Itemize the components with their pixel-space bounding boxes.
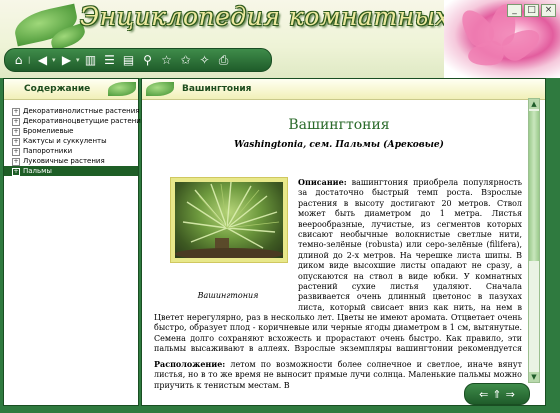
prev-page-icon[interactable]: ⇐	[479, 388, 488, 401]
palm-image	[175, 182, 283, 258]
tree-item[interactable]: + Папоротники	[4, 146, 138, 156]
toolbar: ⌂ | ◀ ▾ ▶ ▾ ▥ ☰ ▤ ⚲ ☆ ✩ ✧ ⎙	[4, 48, 272, 72]
list-icon[interactable]: ☰	[100, 52, 119, 69]
title-banner: Энциклопедия комнатных растений _ □ × ⌂ …	[0, 0, 560, 78]
close-button[interactable]: ×	[541, 4, 556, 17]
vertical-scrollbar[interactable]: ▲ ▼	[528, 98, 540, 383]
up-icon[interactable]: ⇑	[492, 388, 501, 401]
sidebar-title: Содержание	[24, 84, 91, 94]
maximize-button[interactable]: □	[524, 4, 539, 17]
expand-icon[interactable]: +	[12, 118, 20, 126]
minimize-button[interactable]: _	[507, 4, 522, 17]
description-continuation: Цветет нерегулярно, раз в несколько лет.…	[154, 313, 522, 357]
favorite-icon[interactable]: ☆	[157, 52, 176, 69]
photo-caption: Вашингтония	[197, 291, 259, 300]
article-content: Вашингтония Washingtonia, сем. Пальмы (А…	[150, 101, 528, 401]
page-navigation: ⇐ ⇑ ⇒	[464, 383, 530, 405]
contents-tree: + Декоративнолистные растения + Декоративн…	[4, 100, 145, 176]
scroll-down-icon[interactable]: ▼	[529, 372, 539, 382]
article-title: Вашингтония	[288, 117, 390, 133]
tree-item[interactable]: + Бромелиевые	[4, 126, 138, 136]
leaf-icon	[146, 82, 174, 96]
forward-icon[interactable]: ▶	[57, 52, 76, 69]
tree-item[interactable]: + Луковичные растения	[4, 156, 138, 166]
library-icon[interactable]: ▥	[81, 52, 100, 69]
article-pane: Вашингтония Вашингтония Washingtonia, се…	[141, 78, 546, 406]
print-icon[interactable]: ⎙	[214, 52, 233, 69]
app-window: Энциклопедия комнатных растений _ □ × ⌂ …	[0, 0, 560, 413]
expand-icon[interactable]: +	[12, 168, 20, 176]
article-header-title: Вашингтония	[182, 84, 252, 94]
article-header: Вашингтония	[142, 79, 545, 100]
expand-icon[interactable]: +	[12, 158, 20, 166]
scroll-up-icon[interactable]: ▲	[529, 99, 539, 109]
leaf-icon	[108, 82, 136, 96]
back-icon[interactable]: ◀	[33, 52, 52, 69]
next-page-icon[interactable]: ⇒	[506, 388, 515, 401]
article-subtitle: Washingtonia, сем. Пальмы (Арековые)	[234, 140, 444, 150]
remove-favorite-icon[interactable]: ✧	[195, 52, 214, 69]
plant-photo	[170, 177, 288, 263]
location-label: Расположение:	[154, 359, 226, 369]
home-icon[interactable]: ⌂	[9, 52, 28, 69]
expand-icon[interactable]: +	[12, 138, 20, 146]
sidebar: Содержание + Декоративнолистные растения …	[3, 78, 145, 406]
document-icon[interactable]: ▤	[119, 52, 138, 69]
description-paragraph: Описание: вашингтония приобрела популярн…	[298, 177, 522, 312]
description-label: Описание:	[298, 177, 347, 187]
search-icon[interactable]: ⚲	[138, 52, 157, 69]
add-favorite-icon[interactable]: ✩	[176, 52, 195, 69]
expand-icon[interactable]: +	[12, 108, 20, 116]
expand-icon[interactable]: +	[12, 128, 20, 136]
window-controls: _ □ ×	[507, 4, 556, 17]
scrollbar-thumb[interactable]	[529, 111, 539, 261]
sidebar-header: Содержание	[4, 79, 138, 100]
expand-icon[interactable]: +	[12, 148, 20, 156]
tree-item-selected[interactable]: + Пальмы	[4, 166, 138, 176]
tree-item[interactable]: + Декоративноцветущие растения	[4, 116, 145, 126]
tree-item[interactable]: + Декоративнолистные растения	[4, 106, 140, 116]
tree-item[interactable]: + Кактусы и суккуленты	[4, 136, 138, 146]
